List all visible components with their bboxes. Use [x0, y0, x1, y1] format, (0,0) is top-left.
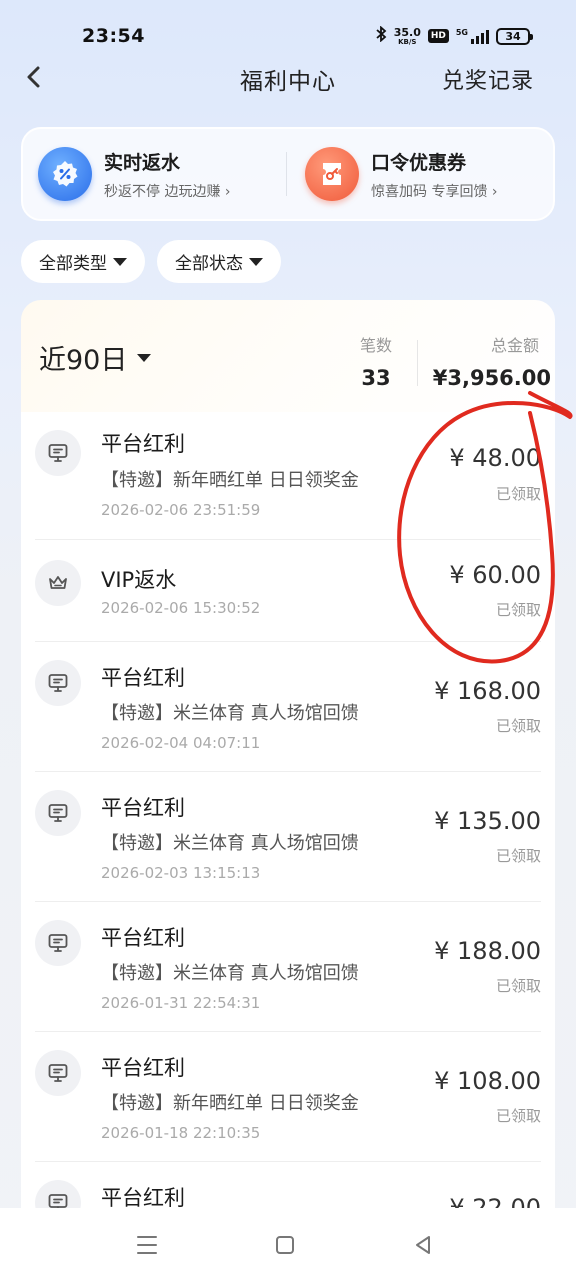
monitor-icon [35, 660, 81, 706]
record-title: 平台红利 [101, 1056, 185, 1080]
monitor-icon [35, 1180, 81, 1208]
total-label: 总金额 [490, 336, 539, 355]
promo-title: 实时返水 [104, 151, 181, 174]
status-filter-dropdown[interactable]: 全部状态 [157, 240, 281, 283]
record-desc: 【特邀】新年晒红单 日日领奖金 [101, 470, 359, 491]
list-item[interactable]: 平台红利 【特邀】米兰体育 真人场馆回馈 2026-02-04 04:07:11… [35, 642, 541, 772]
promo-card: 实时返水 秒返不停 边玩边赚 › 口令优惠券 惊喜加码 专享回馈 › [21, 127, 555, 221]
list-item[interactable]: 平台红利 【特邀】米兰体育 真人场馆回馈 2026-02-03 13:15:13… [35, 772, 541, 902]
promo-subtitle: 秒返不停 边玩边赚 › [104, 183, 231, 200]
net-speed-value: 35.0 [393, 25, 421, 39]
type-filter-dropdown[interactable]: 全部类型 [21, 240, 145, 283]
back-triangle-icon[interactable] [408, 1230, 438, 1260]
caret-down-icon [249, 257, 263, 266]
status-bar: 23:54 35.0 KB/S HD 5G 34 [0, 0, 576, 60]
record-amount: ¥ 60.00 [449, 561, 541, 589]
net-speed: 35.0 KB/S [394, 27, 421, 46]
status-time: 23:54 [82, 25, 145, 47]
record-status: 已领取 [495, 1107, 541, 1125]
redeem-history-link[interactable]: 兑奖记录 [442, 63, 534, 95]
record-amount: ¥ 22.00 [449, 1194, 541, 1208]
list-item[interactable]: 平台红利 【特邀】新年晒红单 日日领奖金 2026-02-06 23:51:59… [35, 412, 541, 540]
record-amount: ¥ 108.00 [434, 1067, 541, 1095]
total-stat: 总金额 ¥3,956.00 [431, 332, 551, 390]
record-time: 2026-01-18 22:10:35 [101, 1124, 261, 1142]
signal-icon: 5G [456, 28, 489, 44]
record-amount: ¥ 168.00 [434, 677, 541, 705]
record-desc: 【特邀】米兰体育 真人场馆回馈 [101, 703, 359, 724]
record-time: 2026-02-06 23:51:59 [101, 501, 261, 519]
percent-badge-icon [38, 147, 92, 201]
record-time: 2026-02-04 04:07:11 [101, 734, 261, 752]
system-nav-bar [0, 1208, 576, 1280]
record-desc: 【特邀】新年晒红单 日日领奖金 [101, 1093, 359, 1114]
menu-icon[interactable] [132, 1230, 162, 1260]
record-desc: 【特邀】米兰体育 真人场馆回馈 [101, 833, 359, 854]
record-status: 已领取 [495, 977, 541, 995]
list-item[interactable]: VIP返水 2026-02-06 15:30:52 ¥ 60.00 已领取 [35, 540, 541, 642]
record-amount: ¥ 48.00 [449, 444, 541, 472]
total-value: ¥3,956.00 [432, 366, 551, 390]
record-title: 平台红利 [101, 432, 185, 456]
network-type-label: 5G [455, 28, 468, 37]
promo-title: 口令优惠券 [371, 151, 467, 174]
count-value: 33 [361, 366, 391, 390]
record-status: 已领取 [495, 485, 541, 503]
list-item[interactable]: 平台红利 【特邀】米兰体育 真人场馆回馈 2026-01-31 22:54:31… [35, 902, 541, 1032]
home-square-icon[interactable] [270, 1230, 300, 1260]
status-icons: 35.0 KB/S HD 5G 34 [375, 25, 533, 46]
filter-label: 全部状态 [175, 254, 243, 274]
battery-icon: 34 [496, 27, 533, 45]
list-item[interactable]: 平台红利 ¥ 22.00 [35, 1162, 541, 1208]
hd-badge: HD [427, 29, 449, 43]
record-status: 已领取 [495, 601, 541, 619]
count-stat: 笔数 33 [351, 332, 401, 390]
stat-divider [417, 340, 418, 386]
record-time: 2026-02-03 13:15:13 [101, 864, 261, 882]
records-list: 平台红利 【特邀】新年晒红单 日日领奖金 2026-02-06 23:51:59… [21, 412, 555, 1208]
summary-panel: 近90日 笔数 33 总金额 ¥3,956.00 [21, 300, 555, 412]
list-item[interactable]: 平台红利 【特邀】新年晒红单 日日领奖金 2026-01-18 22:10:35… [35, 1032, 541, 1162]
net-speed-unit: KB/S [398, 37, 417, 46]
record-status: 已领取 [495, 847, 541, 865]
period-selector[interactable]: 近90日 [39, 338, 152, 377]
promo-realtime-rebate[interactable]: 实时返水 秒返不停 边玩边赚 › [23, 129, 286, 219]
record-title: 平台红利 [101, 1186, 185, 1208]
caret-down-icon [137, 353, 152, 362]
promo-subtitle: 惊喜加码 专享回馈 › [371, 183, 498, 200]
promo-coupon[interactable]: 口令优惠券 惊喜加码 专享回馈 › [287, 129, 553, 219]
monitor-icon [35, 790, 81, 836]
ticket-key-icon [305, 147, 359, 201]
record-amount: ¥ 135.00 [434, 807, 541, 835]
record-time: 2026-01-31 22:54:31 [101, 994, 261, 1012]
record-amount: ¥ 188.00 [434, 937, 541, 965]
filter-bar: 全部类型 全部状态 [21, 240, 281, 283]
period-label: 近90日 [39, 345, 128, 376]
record-time: 2026-02-06 15:30:52 [101, 599, 261, 617]
crown-icon [35, 560, 81, 606]
record-desc: 【特邀】米兰体育 真人场馆回馈 [101, 963, 359, 984]
record-status: 已领取 [495, 717, 541, 735]
monitor-icon [35, 430, 81, 476]
count-label: 笔数 [359, 336, 392, 355]
filter-label: 全部类型 [39, 254, 107, 274]
caret-down-icon [113, 257, 127, 266]
record-title: 平台红利 [101, 666, 185, 690]
record-title: 平台红利 [101, 926, 185, 950]
monitor-icon [35, 1050, 81, 1096]
record-title: 平台红利 [101, 796, 185, 820]
bluetooth-icon [375, 25, 387, 46]
monitor-icon [35, 920, 81, 966]
header: 福利中心 兑奖记录 [0, 56, 576, 100]
record-title: VIP返水 [101, 568, 177, 592]
